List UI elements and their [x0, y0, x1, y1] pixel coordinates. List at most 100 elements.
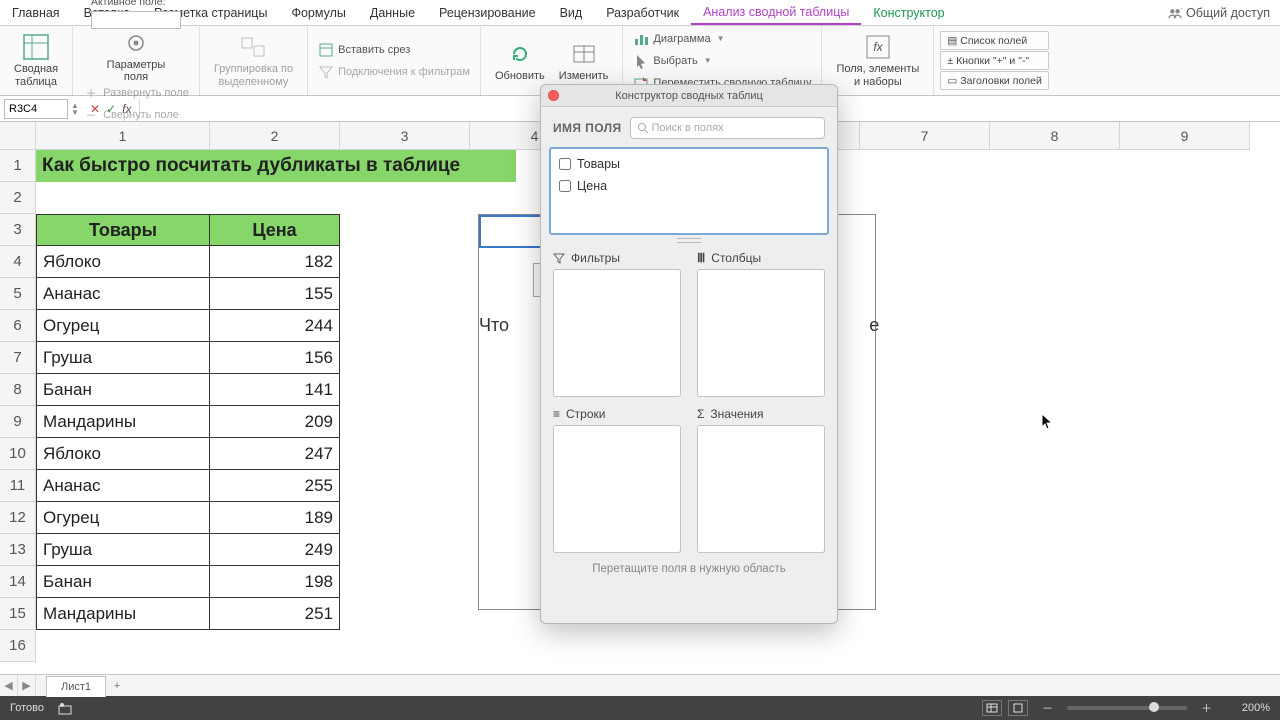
- table-row[interactable]: Груша249: [36, 534, 340, 566]
- row-header[interactable]: 11: [0, 470, 36, 502]
- row-header[interactable]: 4: [0, 246, 36, 278]
- share-button[interactable]: +Общий доступ: [1158, 6, 1280, 20]
- col-header[interactable]: 1: [36, 122, 210, 150]
- cell[interactable]: Банан: [36, 374, 210, 406]
- table-row[interactable]: Яблоко182: [36, 246, 340, 278]
- menu-анализ-сводной-таблицы[interactable]: Анализ сводной таблицы: [691, 0, 861, 25]
- cell[interactable]: 141: [210, 374, 340, 406]
- row-header[interactable]: 8: [0, 374, 36, 406]
- rows-zone[interactable]: [553, 425, 681, 553]
- row-header[interactable]: 15: [0, 598, 36, 630]
- cell[interactable]: 251: [210, 598, 340, 630]
- zoom-in-button[interactable]: ＋: [1201, 700, 1212, 716]
- field-settings-button[interactable]: Параметрыполя: [103, 29, 170, 83]
- menu-главная[interactable]: Главная: [0, 0, 72, 25]
- cell[interactable]: Ананас: [36, 278, 210, 310]
- data-table[interactable]: Товары Цена Яблоко182Ананас155Огурец244Г…: [36, 214, 340, 630]
- cell[interactable]: Банан: [36, 566, 210, 598]
- plus-minus-toggle[interactable]: ±Кнопки "+" и "-": [940, 51, 1048, 70]
- row-header[interactable]: 12: [0, 502, 36, 534]
- table-row[interactable]: Банан141: [36, 374, 340, 406]
- cell[interactable]: Груша: [36, 342, 210, 374]
- name-box[interactable]: R3C4: [4, 99, 68, 119]
- select-button[interactable]: Выбрать▼: [633, 51, 811, 71]
- cell[interactable]: 247: [210, 438, 340, 470]
- menu-разработчик[interactable]: Разработчик: [594, 0, 691, 25]
- filter-connections-button[interactable]: Подключения к фильтрам: [318, 62, 470, 82]
- col-header[interactable]: 3: [340, 122, 470, 150]
- active-field-input[interactable]: [91, 11, 181, 29]
- cell[interactable]: 249: [210, 534, 340, 566]
- zoom-level[interactable]: 200%: [1226, 702, 1270, 714]
- macro-record-icon[interactable]: [58, 701, 72, 715]
- columns-zone[interactable]: [697, 269, 825, 397]
- row-header[interactable]: 14: [0, 566, 36, 598]
- row-header[interactable]: 9: [0, 406, 36, 438]
- pivot-builder-panel[interactable]: Конструктор сводных таблиц ИМЯ ПОЛЯ Това…: [540, 84, 838, 624]
- cell[interactable]: 182: [210, 246, 340, 278]
- view-switcher[interactable]: [982, 700, 1028, 716]
- chart-button[interactable]: Диаграмма▼: [633, 29, 811, 49]
- cell[interactable]: 209: [210, 406, 340, 438]
- row-header[interactable]: 1: [0, 150, 36, 182]
- cell[interactable]: 155: [210, 278, 340, 310]
- row-header[interactable]: 16: [0, 630, 36, 662]
- close-icon[interactable]: [548, 90, 559, 101]
- sheet-tab[interactable]: Лист1: [46, 676, 106, 697]
- cell[interactable]: Огурец: [36, 310, 210, 342]
- filters-zone[interactable]: [553, 269, 681, 397]
- zoom-slider[interactable]: [1067, 706, 1187, 710]
- col-header[interactable]: 9: [1120, 122, 1250, 150]
- table-row[interactable]: Огурец244: [36, 310, 340, 342]
- expand-field-button[interactable]: ＋Развернуть поле: [83, 83, 189, 103]
- menu-рецензирование[interactable]: Рецензирование: [427, 0, 548, 25]
- table-row[interactable]: Мандарины251: [36, 598, 340, 630]
- row-header[interactable]: 3: [0, 214, 36, 246]
- pivot-table-button[interactable]: Своднаятаблица: [10, 33, 62, 87]
- col-header[interactable]: 8: [990, 122, 1120, 150]
- table-row[interactable]: Мандарины209: [36, 406, 340, 438]
- field-list-toggle[interactable]: ▤Список полей: [940, 31, 1048, 50]
- table-row[interactable]: Ананас255: [36, 470, 340, 502]
- table-row[interactable]: Груша156: [36, 342, 340, 374]
- row-header[interactable]: 10: [0, 438, 36, 470]
- row-headers[interactable]: 12345678910111213141516: [0, 150, 36, 662]
- table-row[interactable]: Огурец189: [36, 502, 340, 534]
- menu-конструктор[interactable]: Конструктор: [861, 0, 956, 25]
- row-header[interactable]: 5: [0, 278, 36, 310]
- prev-sheet-button[interactable]: ◀: [0, 675, 18, 696]
- refresh-button[interactable]: Обновить: [491, 40, 549, 82]
- cell[interactable]: 244: [210, 310, 340, 342]
- menu-данные[interactable]: Данные: [358, 0, 427, 25]
- col-header[interactable]: 7: [860, 122, 990, 150]
- col-товары-header[interactable]: Товары: [36, 214, 210, 246]
- add-sheet-button[interactable]: +: [106, 680, 128, 692]
- field-товары[interactable]: Товары: [559, 153, 819, 175]
- cell[interactable]: 189: [210, 502, 340, 534]
- zoom-out-button[interactable]: －: [1042, 700, 1053, 716]
- row-header[interactable]: 2: [0, 182, 36, 214]
- row-header[interactable]: 6: [0, 310, 36, 342]
- col-цена-header[interactable]: Цена: [210, 214, 340, 246]
- cell[interactable]: Груша: [36, 534, 210, 566]
- row-header[interactable]: 7: [0, 342, 36, 374]
- cell[interactable]: Огурец: [36, 502, 210, 534]
- next-sheet-button[interactable]: ▶: [18, 675, 36, 696]
- select-all-corner[interactable]: [0, 122, 36, 150]
- page-layout-view-icon[interactable]: [1008, 700, 1028, 716]
- field-цена[interactable]: Цена: [559, 175, 819, 197]
- field-headers-toggle[interactable]: ▭Заголовки полей: [940, 71, 1048, 90]
- cell[interactable]: 156: [210, 342, 340, 374]
- fx-button[interactable]: fx Поля, элементыи наборы: [832, 33, 923, 87]
- cell[interactable]: Ананас: [36, 470, 210, 502]
- menu-формулы[interactable]: Формулы: [279, 0, 357, 25]
- namebox-arrows[interactable]: ▲▼: [68, 102, 82, 116]
- change-source-button[interactable]: Изменить: [555, 40, 613, 82]
- cell[interactable]: 198: [210, 566, 340, 598]
- panel-titlebar[interactable]: Конструктор сводных таблиц: [541, 85, 837, 107]
- insert-slicer-button[interactable]: Вставить срез: [318, 40, 470, 60]
- menu-вид[interactable]: Вид: [548, 0, 595, 25]
- cell[interactable]: Мандарины: [36, 406, 210, 438]
- cell[interactable]: Яблоко: [36, 246, 210, 278]
- cell[interactable]: Мандарины: [36, 598, 210, 630]
